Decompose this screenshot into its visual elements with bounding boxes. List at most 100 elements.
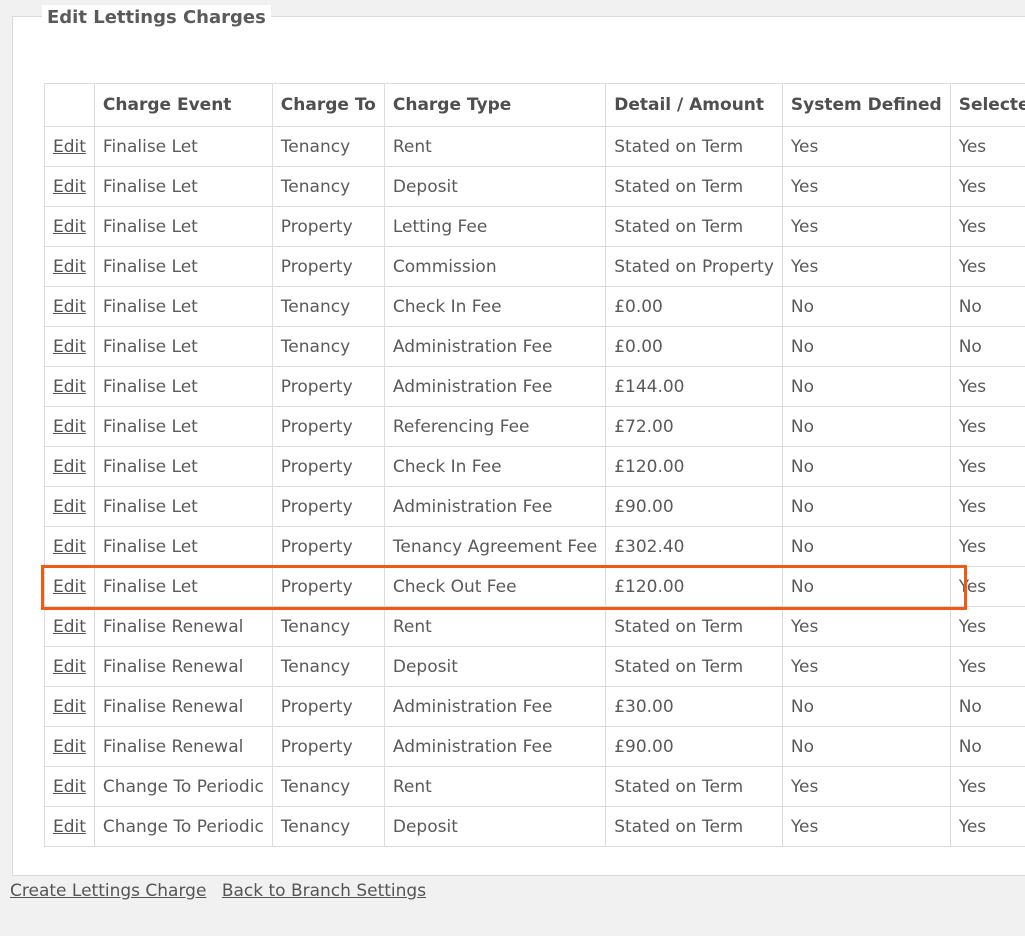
edit-cell: Edit	[44, 446, 95, 487]
detail-amount-cell: Stated on Term	[605, 806, 783, 847]
table-header-row: Charge Event Charge To Charge Type Detai…	[44, 83, 1025, 127]
detail-amount-cell: Stated on Term	[605, 166, 783, 207]
detail-amount-cell: Stated on Property	[605, 246, 783, 287]
selected-cell: Yes	[949, 526, 1025, 567]
charge-type-cell: Administration Fee	[383, 326, 607, 367]
charge-to-cell: Property	[271, 486, 385, 527]
selected-cell: Yes	[949, 766, 1025, 807]
system-defined-cell: No	[781, 366, 951, 407]
system-defined-cell: Yes	[781, 166, 951, 207]
detail-amount-cell: £120.00	[605, 566, 783, 607]
detail-amount-cell: Stated on Term	[605, 606, 783, 647]
charge-event-cell: Finalise Let	[93, 566, 273, 607]
charge-event-cell: Finalise Let	[93, 246, 273, 287]
edit-link[interactable]: Edit	[53, 457, 86, 477]
detail-amount-cell: Stated on Term	[605, 126, 783, 167]
charge-event-cell: Finalise Let	[93, 366, 273, 407]
charge-type-cell: Check Out Fee	[383, 566, 607, 607]
edit-link[interactable]: Edit	[53, 617, 86, 637]
selected-cell: Yes	[949, 126, 1025, 167]
table-row: Edit Finalise Let Property Referencing Fee £…	[44, 406, 1025, 447]
charge-type-cell: Tenancy Agreement Fee	[383, 526, 607, 567]
table-row: Edit Finalise Let Property Check In Fee £120…	[44, 446, 1025, 487]
charge-type-cell: Referencing Fee	[383, 406, 607, 447]
edit-link[interactable]: Edit	[53, 537, 86, 557]
footer-links: Create Lettings Charge Back to Branch Se…	[10, 879, 436, 903]
table-row: Edit Finalise Let Property Letting Fee State…	[44, 206, 1025, 247]
table-row: Edit Finalise Let Tenancy Deposit Stated on …	[44, 166, 1025, 207]
edit-cell: Edit	[44, 766, 95, 807]
charge-event-cell: Finalise Let	[93, 486, 273, 527]
detail-amount-cell: £90.00	[605, 486, 783, 527]
header-charge-event: Charge Event	[93, 83, 273, 127]
charge-to-cell: Property	[271, 566, 385, 607]
create-lettings-charge-link[interactable]: Create Lettings Charge	[10, 881, 206, 901]
detail-amount-cell: Stated on Term	[605, 206, 783, 247]
charge-to-cell: Property	[271, 246, 385, 287]
header-selected: Selected	[949, 83, 1025, 127]
edit-link[interactable]: Edit	[53, 297, 86, 317]
charge-to-cell: Property	[271, 686, 385, 727]
charge-type-cell: Rent	[383, 126, 607, 167]
edit-link[interactable]: Edit	[53, 217, 86, 237]
selected-cell: Yes	[949, 366, 1025, 407]
edit-link[interactable]: Edit	[53, 697, 86, 717]
table-row: Edit Finalise Renewal Tenancy Rent Stated on…	[44, 606, 1025, 647]
selected-cell: Yes	[949, 206, 1025, 247]
charge-event-cell: Change To Periodic	[93, 806, 273, 847]
back-to-branch-settings-link[interactable]: Back to Branch Settings	[222, 881, 426, 901]
edit-link[interactable]: Edit	[53, 137, 86, 157]
charge-to-cell: Tenancy	[271, 166, 385, 207]
charge-type-cell: Check In Fee	[383, 446, 607, 487]
table-row: Edit Finalise Let Tenancy Check In Fee £0.00…	[44, 286, 1025, 327]
edit-link[interactable]: Edit	[53, 737, 86, 757]
edit-link[interactable]: Edit	[53, 177, 86, 197]
table-row: Edit Finalise Let Property Administration F…	[44, 486, 1025, 527]
edit-link[interactable]: Edit	[53, 337, 86, 357]
edit-link[interactable]: Edit	[53, 497, 86, 517]
detail-amount-cell: £302.40	[605, 526, 783, 567]
system-defined-cell: Yes	[781, 606, 951, 647]
edit-cell: Edit	[44, 286, 95, 327]
charge-to-cell: Property	[271, 446, 385, 487]
header-charge-to: Charge To	[271, 83, 385, 127]
edit-cell: Edit	[44, 406, 95, 447]
charge-to-cell: Property	[271, 526, 385, 567]
system-defined-cell: Yes	[781, 766, 951, 807]
edit-link[interactable]: Edit	[53, 257, 86, 277]
charge-to-cell: Property	[271, 726, 385, 767]
panel-title: Edit Lettings Charges	[42, 5, 271, 31]
charge-event-cell: Finalise Let	[93, 326, 273, 367]
charge-event-cell: Finalise Let	[93, 406, 273, 447]
system-defined-cell: No	[781, 566, 951, 607]
charge-type-cell: Rent	[383, 766, 607, 807]
selected-cell: Yes	[949, 246, 1025, 287]
edit-link[interactable]: Edit	[53, 377, 86, 397]
table-row: Edit Finalise Let Tenancy Rent Stated on Ter…	[44, 126, 1025, 167]
charge-type-cell: Check In Fee	[383, 286, 607, 327]
charge-event-cell: Finalise Let	[93, 286, 273, 327]
edit-link[interactable]: Edit	[53, 577, 86, 597]
table-row: Edit Change To Periodic Tenancy Deposit Stat…	[44, 806, 1025, 847]
charges-table: Charge Event Charge To Charge Type Detai…	[44, 83, 1025, 847]
edit-cell: Edit	[44, 806, 95, 847]
table-row: Edit Finalise Let Property Check Out Fee £12…	[44, 566, 1025, 607]
selected-cell: Yes	[949, 646, 1025, 687]
selected-cell: Yes	[949, 486, 1025, 527]
charge-event-cell: Finalise Renewal	[93, 726, 273, 767]
detail-amount-cell: £144.00	[605, 366, 783, 407]
edit-link[interactable]: Edit	[53, 817, 86, 837]
charge-type-cell: Letting Fee	[383, 206, 607, 247]
edit-cell: Edit	[44, 646, 95, 687]
charge-type-cell: Deposit	[383, 646, 607, 687]
edit-link[interactable]: Edit	[53, 657, 86, 677]
charges-table-body: Edit Finalise Let Tenancy Rent Stated on Ter…	[44, 126, 1025, 847]
charge-event-cell: Finalise Let	[93, 126, 273, 167]
edit-cell: Edit	[44, 686, 95, 727]
edit-link[interactable]: Edit	[53, 417, 86, 437]
charge-type-cell: Administration Fee	[383, 486, 607, 527]
charge-event-cell: Finalise Let	[93, 206, 273, 247]
system-defined-cell: No	[781, 286, 951, 327]
edit-link[interactable]: Edit	[53, 777, 86, 797]
selected-cell: Yes	[949, 446, 1025, 487]
